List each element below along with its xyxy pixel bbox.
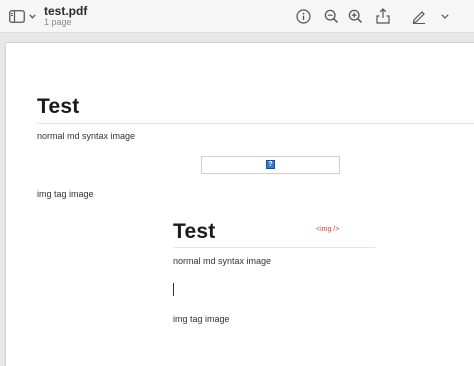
sidebar-toggle-button[interactable] [9, 8, 39, 24]
info-button[interactable] [294, 7, 312, 25]
img-tag-label: img tag image [37, 189, 94, 199]
embedded-img-tag-label: img tag image [173, 314, 230, 324]
pdf-page[interactable]: Test normal md syntax image ? img tag im… [6, 43, 474, 366]
window-toolbar: test.pdf 1 page [0, 0, 474, 33]
zoom-in-button[interactable] [346, 7, 364, 25]
embedded-md-image-label: normal md syntax image [173, 256, 272, 266]
zoom-out-icon [324, 9, 338, 23]
document-title: test.pdf [44, 4, 88, 18]
chevron-down-icon [29, 13, 36, 19]
heading-divider [37, 123, 474, 124]
share-icon [376, 8, 390, 24]
chevron-down-icon [441, 13, 449, 19]
markup-button[interactable] [410, 7, 428, 25]
embedded-heading-divider [173, 247, 375, 248]
md-image-label: normal md syntax image [37, 131, 136, 141]
embedded-heading-test: Test [173, 220, 216, 243]
heading-test: Test [37, 95, 80, 118]
img-alt-text: <img /> [316, 226, 340, 233]
broken-image-icon: ? [266, 160, 275, 169]
zoom-in-icon [348, 9, 362, 23]
zoom-out-button[interactable] [322, 7, 340, 25]
text-cursor [173, 283, 174, 296]
share-button[interactable] [374, 7, 392, 25]
markup-options-button[interactable] [436, 7, 454, 25]
sidebar-icon [9, 9, 25, 23]
markup-pen-icon [412, 11, 425, 24]
info-icon [295, 8, 311, 24]
page-count: 1 page [44, 17, 72, 27]
document-canvas[interactable]: Test normal md syntax image ? img tag im… [0, 33, 474, 366]
